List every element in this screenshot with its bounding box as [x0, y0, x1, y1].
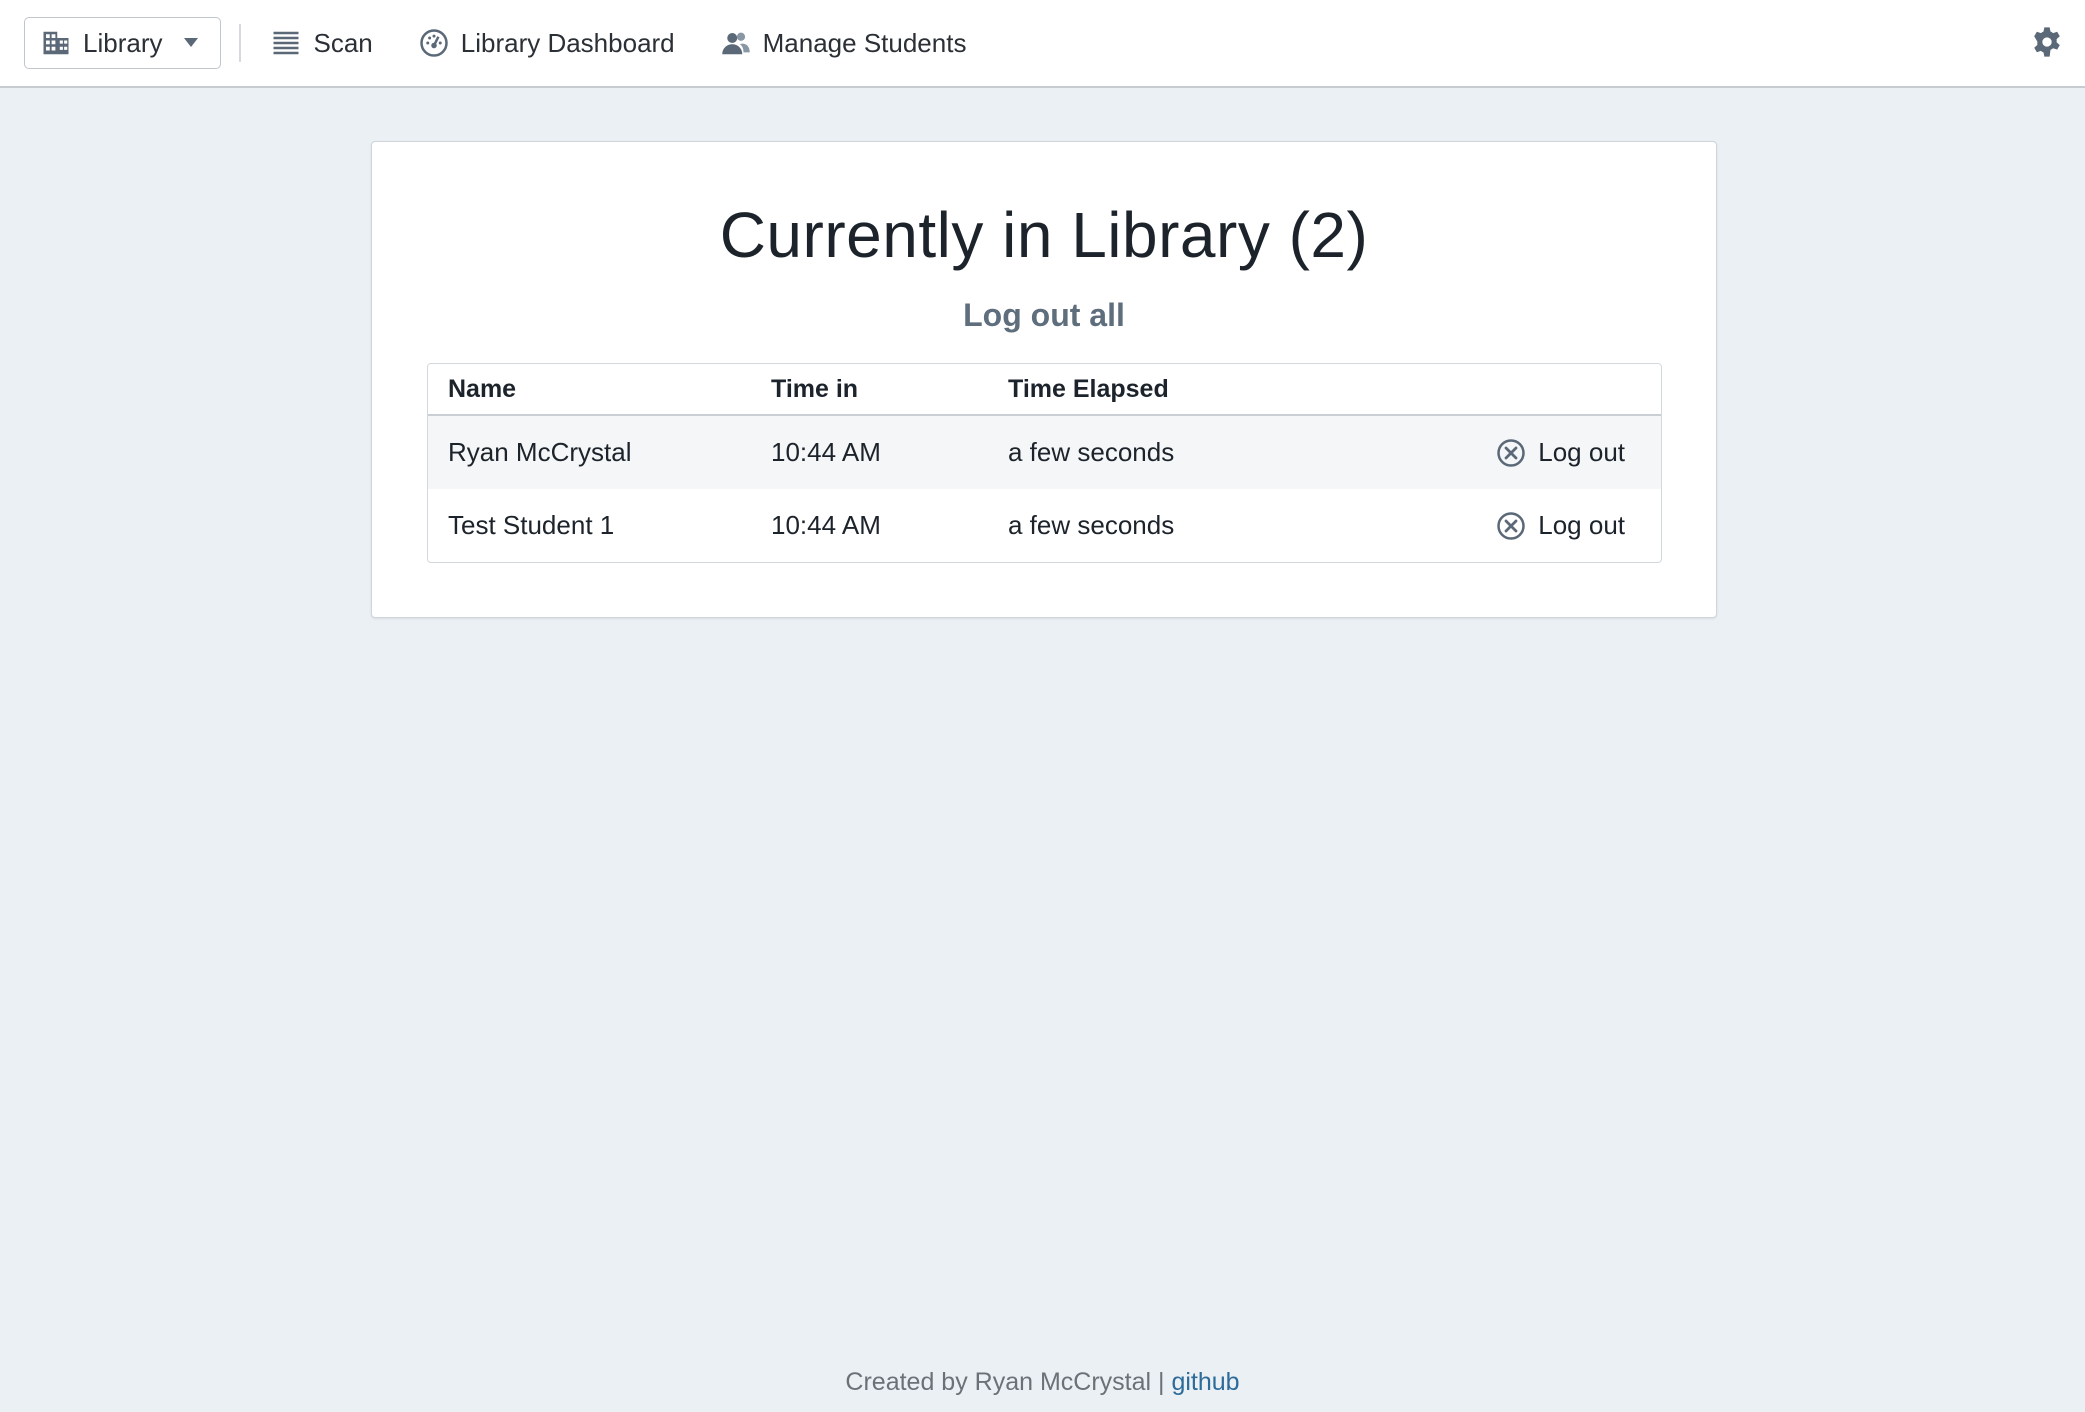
footer-credit: Created by Ryan McCrystal | [845, 1368, 1165, 1396]
table-header: Name Time in Time Elapsed [428, 364, 1661, 416]
column-header-time-in[interactable]: Time in [771, 375, 1008, 404]
users-icon [721, 32, 750, 55]
nav-item-library-dashboard[interactable]: Library Dashboard [419, 28, 675, 59]
dashboard-icon [420, 29, 448, 57]
github-link[interactable]: github [1171, 1368, 1239, 1396]
list-icon [273, 31, 299, 55]
logout-label: Log out [1538, 510, 1625, 540]
location-label: Library [83, 27, 163, 58]
time-elapsed: a few seconds [1008, 510, 1175, 540]
location-dropdown-button[interactable]: Library [24, 17, 222, 69]
nav-item-label: Library Dashboard [460, 27, 675, 58]
footer: Created by Ryan McCrystal | github [0, 1368, 2085, 1397]
logout-button[interactable]: Log out [1496, 437, 1625, 468]
page-title: Currently in Library (2) [719, 199, 1369, 271]
students-table: Name Time in Time Elapsed Ryan McCrystal… [427, 363, 1662, 563]
table-row: Test Student 1 10:44 AM a few seconds Lo… [428, 489, 1661, 562]
student-name: Test Student 1 [448, 510, 615, 540]
column-header-name[interactable]: Name [428, 375, 771, 404]
time-in: 10:44 AM [771, 437, 881, 467]
gear-icon[interactable] [2031, 26, 2063, 58]
logout-label: Log out [1538, 437, 1625, 467]
time-in: 10:44 AM [771, 510, 881, 540]
close-circle-icon [1497, 511, 1525, 540]
column-header-time-elapsed[interactable]: Time Elapsed [1008, 375, 1478, 404]
attendance-card: Currently in Library (2) Log out all Nam… [371, 141, 1717, 618]
caret-down-icon [184, 38, 199, 47]
student-name: Ryan McCrystal [448, 437, 632, 467]
time-elapsed: a few seconds [1008, 437, 1175, 467]
nav-item-label: Manage Students [762, 27, 967, 58]
nav-item-scan[interactable]: Scan [271, 27, 373, 59]
nav-item-label: Scan [313, 27, 373, 58]
logout-button[interactable]: Log out [1496, 510, 1625, 541]
logout-all-button[interactable]: Log out all [372, 297, 1716, 334]
top-navbar: Library Scan Library Dashboard Manage St… [0, 0, 2085, 88]
building-icon [43, 31, 69, 55]
nav-divider [239, 24, 242, 62]
nav-item-manage-students[interactable]: Manage Students [721, 27, 967, 59]
table-row: Ryan McCrystal 10:44 AM a few seconds Lo… [428, 416, 1661, 489]
close-circle-icon [1497, 438, 1525, 467]
